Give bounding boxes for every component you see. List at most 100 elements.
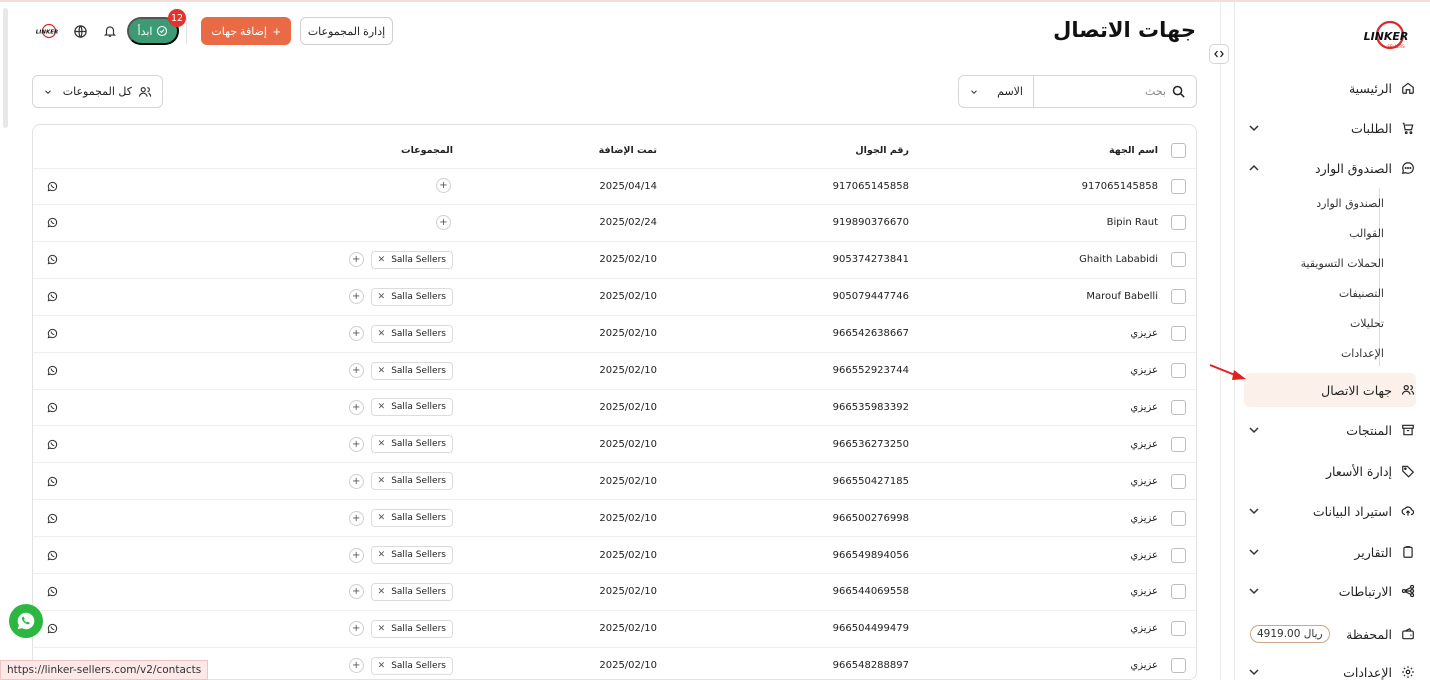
row-checkbox[interactable] bbox=[1170, 353, 1186, 389]
sidebar-item-home[interactable]: الرئيسية bbox=[1246, 73, 1416, 103]
whatsapp-icon[interactable] bbox=[45, 242, 59, 278]
remove-group-icon[interactable]: ✕ bbox=[378, 661, 386, 671]
sidebar-subitem-categories[interactable]: التصنيفات bbox=[1264, 287, 1384, 300]
contact-name[interactable]: عزيزي bbox=[1130, 574, 1158, 610]
contact-name[interactable]: 917065145858 bbox=[1082, 168, 1158, 204]
remove-group-icon[interactable]: ✕ bbox=[378, 255, 386, 265]
whatsapp-icon[interactable] bbox=[45, 463, 59, 499]
table-row[interactable]: عزيزي 966552923744 2025/02/10 + ✕ Salla Selle… bbox=[33, 353, 1196, 390]
add-group-icon[interactable]: + bbox=[348, 547, 364, 563]
row-checkbox[interactable] bbox=[1170, 242, 1186, 278]
chevron-down-icon[interactable] bbox=[1246, 664, 1262, 680]
add-group-icon[interactable]: + bbox=[348, 252, 364, 268]
row-checkbox[interactable] bbox=[1170, 389, 1186, 425]
add-group-icon[interactable]: + bbox=[436, 214, 451, 230]
row-checkbox[interactable] bbox=[1170, 205, 1186, 241]
sidebar-subitem-settings[interactable]: الإعدادات bbox=[1264, 347, 1384, 360]
linker-logo[interactable]: LINKER SELLERS bbox=[1360, 20, 1412, 54]
sidebar-item-reports[interactable]: التقارير bbox=[1246, 537, 1416, 567]
sidebar-item-products[interactable]: المنتجات bbox=[1246, 415, 1416, 445]
chevron-down-icon[interactable] bbox=[1246, 422, 1262, 438]
search-field-select[interactable]: الاسم bbox=[959, 76, 1033, 107]
row-checkbox[interactable] bbox=[1170, 279, 1186, 315]
add-group-icon[interactable]: + bbox=[348, 510, 364, 526]
sidebar-subitem-analytics[interactable]: تحليلات bbox=[1264, 317, 1384, 330]
remove-group-icon[interactable]: ✕ bbox=[378, 624, 386, 634]
sidebar-item-pricing[interactable]: إدارة الأسعار bbox=[1246, 456, 1416, 486]
row-checkbox[interactable] bbox=[1170, 648, 1186, 679]
table-row[interactable]: Bipin Raut 919890376670 2025/02/24 + bbox=[33, 205, 1196, 242]
table-row[interactable]: Ghaith Lababidi 905374273841 2025/02/10 + ✕ S… bbox=[33, 242, 1196, 279]
contact-name[interactable]: عزيزي bbox=[1130, 537, 1158, 573]
table-row[interactable]: عزيزي 966500276998 2025/02/10 + ✕ Salla Selle… bbox=[33, 500, 1196, 538]
whatsapp-chat-button[interactable] bbox=[9, 604, 43, 638]
table-row[interactable]: عزيزي 966549894056 2025/02/10 + ✕ Salla Selle… bbox=[33, 537, 1196, 574]
remove-group-icon[interactable]: ✕ bbox=[378, 292, 386, 302]
add-group-icon[interactable]: + bbox=[348, 289, 364, 305]
manage-groups-button[interactable]: إدارة المجموعات bbox=[300, 17, 393, 45]
sidebar-item-inbox[interactable]: الصندوق الوارد bbox=[1246, 153, 1416, 183]
sidebar-subitem-campaigns[interactable]: الحملات التسويقية bbox=[1264, 257, 1384, 270]
add-group-icon[interactable]: + bbox=[348, 399, 364, 415]
bell-icon[interactable] bbox=[101, 22, 119, 40]
add-group-icon[interactable]: + bbox=[348, 436, 364, 452]
row-checkbox[interactable] bbox=[1170, 316, 1186, 352]
sidebar-item-wallet[interactable]: المحفظة 4919.00 ريال bbox=[1246, 619, 1416, 649]
whatsapp-icon[interactable] bbox=[45, 537, 59, 573]
sidebar-item-contacts[interactable]: جهات الاتصال bbox=[1244, 373, 1416, 407]
add-group-icon[interactable]: + bbox=[348, 473, 364, 489]
add-group-icon[interactable]: + bbox=[348, 363, 364, 378]
column-header-phone[interactable]: رقم الجوال bbox=[813, 132, 909, 168]
row-checkbox[interactable] bbox=[1170, 537, 1186, 573]
add-group-icon[interactable]: + bbox=[348, 658, 364, 674]
contact-name[interactable]: عزيزي bbox=[1130, 463, 1158, 499]
whatsapp-icon[interactable] bbox=[45, 426, 59, 462]
contact-name[interactable]: عزيزي bbox=[1130, 316, 1158, 352]
column-header-added[interactable]: تمت الإضافة bbox=[573, 132, 657, 168]
table-row[interactable]: عزيزي 966544069558 2025/02/10 + ✕ Salla Selle… bbox=[33, 574, 1196, 611]
table-row[interactable]: عزيزي 966536273250 2025/02/10 + ✕ Salla Selle… bbox=[33, 426, 1196, 464]
remove-group-icon[interactable]: ✕ bbox=[378, 329, 386, 339]
contact-name[interactable]: عزيزي bbox=[1130, 426, 1158, 462]
table-row[interactable]: عزيزي 966504499479 2025/02/10 + ✕ Salla Selle… bbox=[33, 611, 1196, 648]
globe-icon[interactable] bbox=[71, 22, 89, 40]
account-logo-avatar[interactable]: LINKER bbox=[36, 23, 58, 39]
whatsapp-icon[interactable] bbox=[45, 279, 59, 315]
remove-group-icon[interactable]: ✕ bbox=[378, 439, 386, 449]
contact-name[interactable]: عزيزي bbox=[1130, 353, 1158, 389]
chevron-down-icon[interactable] bbox=[1246, 583, 1262, 599]
add-group-icon[interactable]: + bbox=[348, 326, 364, 342]
remove-group-icon[interactable]: ✕ bbox=[378, 550, 386, 560]
remove-group-icon[interactable]: ✕ bbox=[378, 402, 386, 412]
row-checkbox[interactable] bbox=[1170, 574, 1186, 610]
select-all-checkbox[interactable] bbox=[1170, 132, 1186, 168]
table-row[interactable]: عزيزي 966542638667 2025/02/10 + ✕ Salla Selle… bbox=[33, 316, 1196, 353]
contact-name[interactable]: عزيزي bbox=[1130, 389, 1158, 425]
add-group-icon[interactable]: + bbox=[348, 584, 364, 600]
row-checkbox[interactable] bbox=[1170, 500, 1186, 536]
remove-group-icon[interactable]: ✕ bbox=[378, 587, 386, 597]
left-scrollbar[interactable] bbox=[3, 8, 8, 128]
whatsapp-icon[interactable] bbox=[45, 611, 59, 647]
row-checkbox[interactable] bbox=[1170, 168, 1186, 204]
table-row[interactable]: عزيزي 966535983392 2025/02/10 + ✕ Salla Selle… bbox=[33, 389, 1196, 427]
whatsapp-icon[interactable] bbox=[45, 500, 59, 536]
whatsapp-icon[interactable] bbox=[45, 316, 59, 352]
whatsapp-icon[interactable] bbox=[45, 574, 59, 610]
contact-name[interactable]: عزيزي bbox=[1130, 500, 1158, 536]
row-checkbox[interactable] bbox=[1170, 463, 1186, 499]
table-row[interactable]: 917065145858 917065145858 2025/04/14 + bbox=[33, 168, 1196, 205]
whatsapp-icon[interactable] bbox=[45, 205, 59, 241]
sidebar-subitem-templates[interactable]: القوالب bbox=[1264, 227, 1384, 240]
remove-group-icon[interactable]: ✕ bbox=[378, 513, 386, 523]
sidebar-item-orders[interactable]: الطلبات bbox=[1246, 113, 1416, 143]
sidebar-subitem-inbox[interactable]: الصندوق الوارد bbox=[1264, 197, 1384, 210]
whatsapp-icon[interactable] bbox=[45, 353, 59, 389]
contact-name[interactable]: عزيزي bbox=[1130, 611, 1158, 647]
chevron-down-icon[interactable] bbox=[1246, 120, 1262, 136]
contact-name[interactable]: Marouf Babelli bbox=[1086, 279, 1158, 315]
contact-name[interactable]: عزيزي bbox=[1130, 648, 1158, 679]
groups-filter-select[interactable]: كل المجموعات bbox=[32, 75, 163, 108]
add-group-icon[interactable]: + bbox=[348, 621, 364, 637]
column-header-name[interactable]: اسم الجهة bbox=[1109, 132, 1158, 168]
